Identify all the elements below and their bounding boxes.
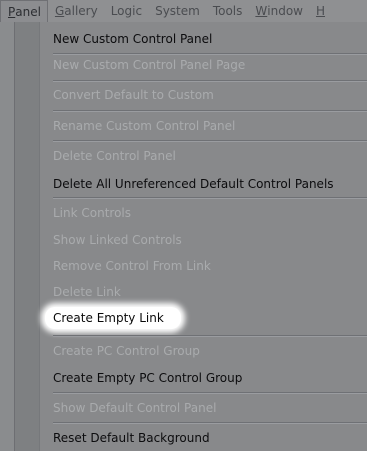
menu-separator xyxy=(53,335,367,337)
menu-gallery-label: allery xyxy=(64,4,98,18)
menu-separator xyxy=(53,53,367,55)
menu-system[interactable]: System xyxy=(148,0,206,22)
menu-system-label: System xyxy=(155,4,200,18)
menu-separator xyxy=(53,110,367,112)
menu-window-label: indow xyxy=(267,4,303,18)
menu-panel-label: anel xyxy=(15,4,41,19)
menu-window-accel: W xyxy=(255,4,268,18)
menu-item-delete-all-unreferenced-default-control-panels[interactable]: Delete All Unreferenced Default Control … xyxy=(53,176,334,192)
menu-item-remove-control-from-link[interactable]: Remove Control From Link xyxy=(53,258,211,274)
panel-dropdown-menu: New Custom Control Panel New Custom Cont… xyxy=(14,22,367,451)
menu-panel[interactable]: Panel xyxy=(0,0,48,22)
menu-item-show-linked-controls[interactable]: Show Linked Controls xyxy=(53,232,182,248)
menu-panel-accel: P xyxy=(8,4,16,19)
menu-tools-label: Tools xyxy=(212,4,243,18)
menu-item-delete-control-panel[interactable]: Delete Control Panel xyxy=(53,148,176,164)
menu-help[interactable]: H xyxy=(309,0,331,22)
menu-separator xyxy=(53,140,367,142)
menu-separator xyxy=(53,80,367,82)
menu-help-accel: H xyxy=(315,4,326,18)
menu-item-rename-custom-control-panel[interactable]: Rename Custom Control Panel xyxy=(53,118,235,134)
menu-separator xyxy=(53,422,367,424)
menu-item-create-empty-link[interactable]: Create Empty Link xyxy=(53,310,164,326)
menu-gallery[interactable]: Gallery xyxy=(48,0,104,22)
menu-item-create-pc-control-group[interactable]: Create PC Control Group xyxy=(53,343,200,359)
menu-separator xyxy=(53,197,367,199)
menu-item-show-default-control-panel[interactable]: Show Default Control Panel xyxy=(53,400,216,416)
menu-separator xyxy=(53,392,367,394)
menu-item-delete-link[interactable]: Delete Link xyxy=(53,284,121,300)
menu-logic[interactable]: Logic xyxy=(104,0,148,22)
menu-item-convert-default-to-custom[interactable]: Convert Default to Custom xyxy=(53,87,214,103)
menu-gallery-accel: G xyxy=(54,4,65,18)
menu-item-new-custom-control-panel-page[interactable]: New Custom Control Panel Page xyxy=(53,57,245,73)
menu-item-link-controls[interactable]: Link Controls xyxy=(53,205,131,221)
menu-item-new-custom-control-panel[interactable]: New Custom Control Panel xyxy=(53,31,212,47)
menu-tools[interactable]: Tools xyxy=(206,0,249,22)
menu-icon-gutter xyxy=(15,22,40,451)
menu-item-reset-default-background[interactable]: Reset Default Background xyxy=(53,430,210,446)
menu-logic-label: Logic xyxy=(110,4,143,18)
menu-item-create-empty-pc-control-group[interactable]: Create Empty PC Control Group xyxy=(53,370,242,386)
menu-bar: Panel Gallery Logic System Tools Window … xyxy=(0,0,367,22)
menu-window[interactable]: Window xyxy=(248,0,309,22)
